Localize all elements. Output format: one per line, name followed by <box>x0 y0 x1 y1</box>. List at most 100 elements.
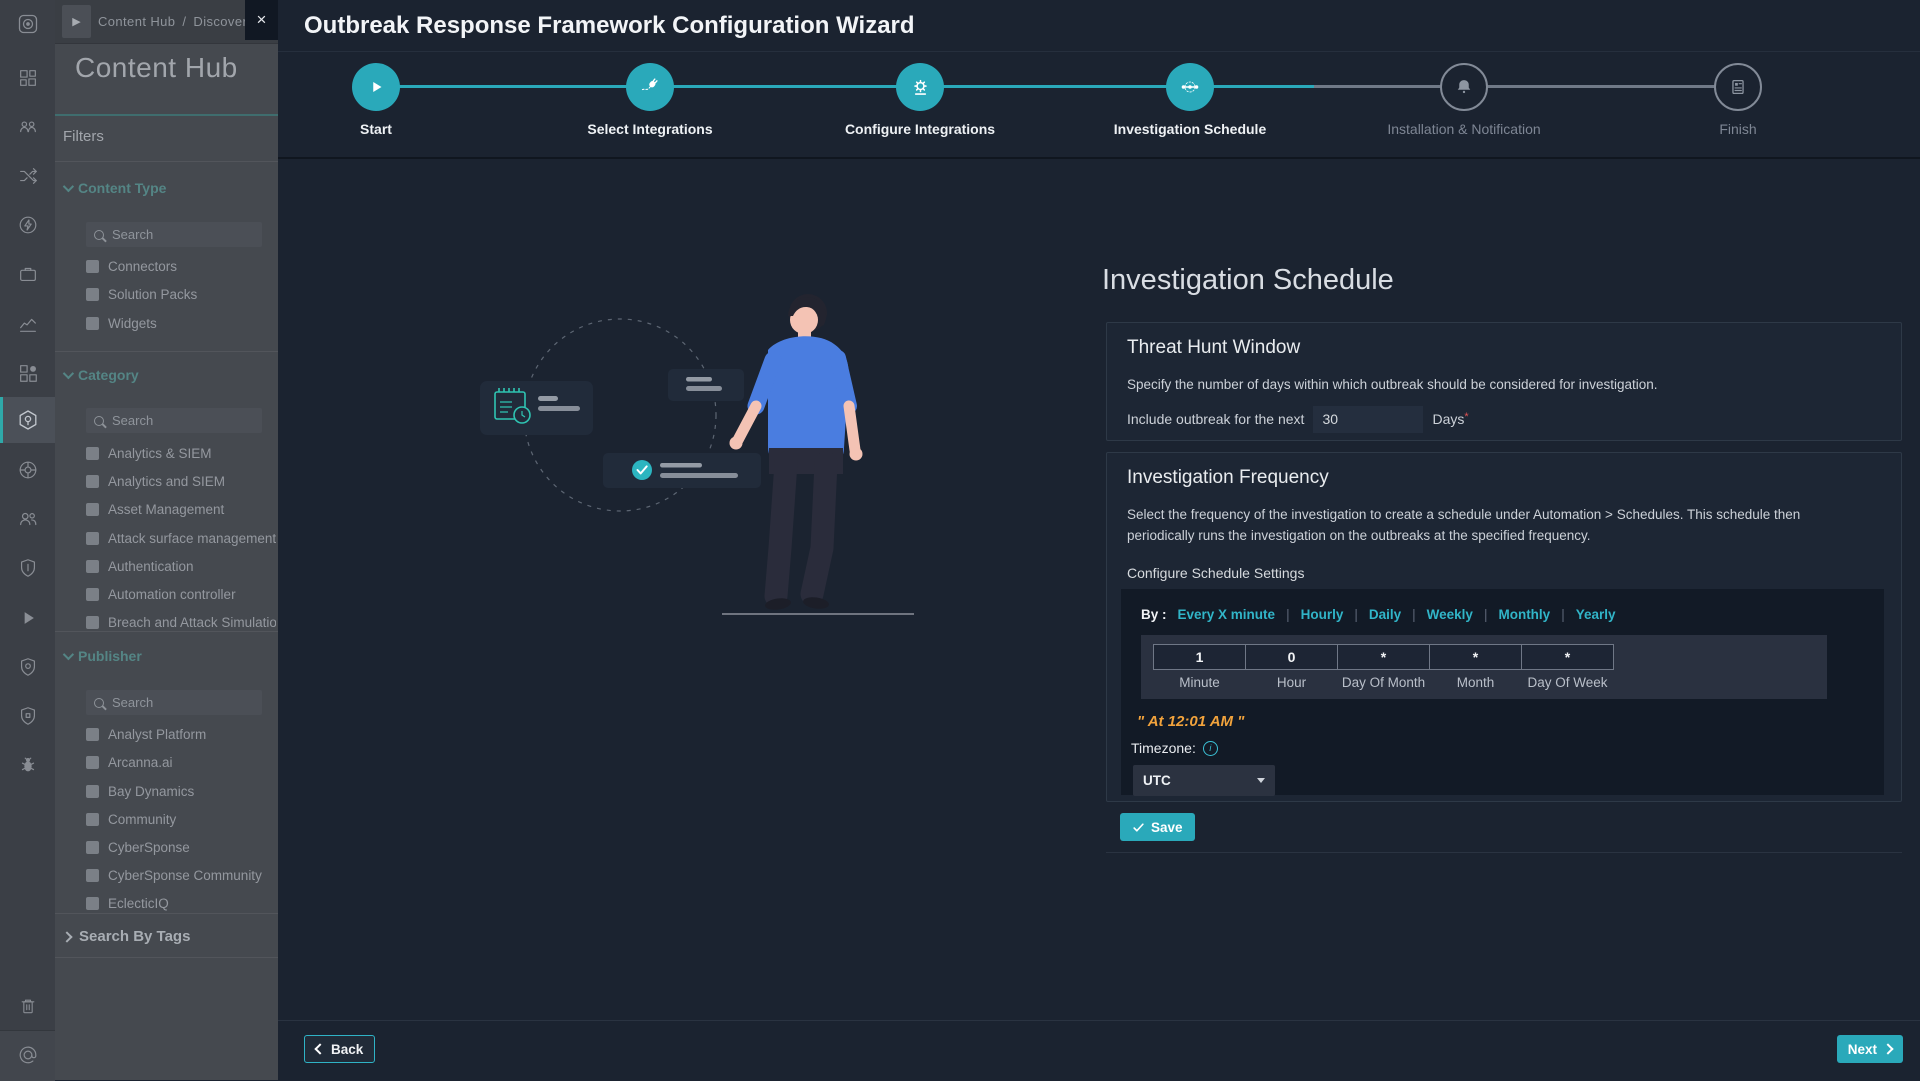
step-finish[interactable] <box>1714 63 1762 111</box>
category-search[interactable] <box>86 408 262 433</box>
filter-option[interactable]: Analytics & SIEM <box>86 441 276 465</box>
content-hub-sidebar: ▶ Content Hub / Discover Content Hub Fil… <box>55 0 278 1080</box>
freq-monthly[interactable]: Monthly <box>1498 607 1550 622</box>
dashboard-icon[interactable] <box>0 61 55 95</box>
checkbox[interactable] <box>86 841 99 854</box>
checkbox[interactable] <box>86 532 99 545</box>
close-button[interactable]: × <box>245 0 278 40</box>
configure-schedule-label: Configure Schedule Settings <box>1127 565 1881 581</box>
save-button[interactable]: Save <box>1120 813 1195 841</box>
back-button[interactable]: Back <box>304 1035 375 1063</box>
checkbox[interactable] <box>86 503 99 516</box>
search-input[interactable] <box>110 226 234 243</box>
filter-option[interactable]: Bay Dynamics <box>86 779 276 803</box>
search-by-tags[interactable]: Search By Tags <box>63 928 190 945</box>
days-input[interactable] <box>1313 406 1423 433</box>
section-category[interactable]: Category <box>63 367 139 383</box>
step-investigation-schedule[interactable] <box>1166 63 1214 111</box>
checkbox[interactable] <box>86 869 99 882</box>
threat-protection-icon[interactable] <box>0 650 55 684</box>
cron-day-of-week-input[interactable] <box>1521 644 1614 670</box>
breadcrumb-content-hub[interactable]: Content Hub <box>98 14 175 29</box>
checkbox[interactable] <box>86 447 99 460</box>
freq-hourly[interactable]: Hourly <box>1301 607 1344 622</box>
user-community-icon[interactable] <box>0 502 55 536</box>
panel-title: Investigation Schedule <box>1102 264 1394 297</box>
step-start[interactable] <box>352 63 400 111</box>
filter-option[interactable]: Automation controller <box>86 582 276 606</box>
automation-bolt-icon[interactable] <box>0 208 55 242</box>
step-select-integrations[interactable] <box>626 63 674 111</box>
recycle-bin-icon[interactable] <box>0 989 55 1023</box>
search-input[interactable] <box>110 694 234 711</box>
cron-minute-input[interactable] <box>1153 644 1246 670</box>
content-type-search[interactable] <box>86 222 262 247</box>
filter-option[interactable]: EclecticIQ <box>86 891 276 915</box>
freq-yearly[interactable]: Yearly <box>1576 607 1616 622</box>
filter-option[interactable]: Analytics and SIEM <box>86 469 276 493</box>
step-label: Investigation Schedule <box>1080 121 1300 137</box>
filter-option[interactable]: Solution Packs <box>86 282 276 306</box>
sidebar-collapse-button[interactable]: ▶ <box>62 5 91 38</box>
filter-option[interactable]: Community <box>86 807 276 831</box>
section-publisher[interactable]: Publisher <box>63 648 142 664</box>
filter-option[interactable]: Authentication <box>86 554 276 578</box>
checkbox[interactable] <box>86 317 99 330</box>
checkbox[interactable] <box>86 560 99 573</box>
cron-month-input[interactable] <box>1429 644 1522 670</box>
playbooks-play-icon[interactable] <box>0 601 55 635</box>
checkbox[interactable] <box>86 588 99 601</box>
section-content-type[interactable]: Content Type <box>63 180 166 196</box>
breadcrumb-discover[interactable]: Discover <box>193 14 247 29</box>
filter-option[interactable]: CyberSponse <box>86 835 276 859</box>
publisher-search[interactable] <box>86 690 262 715</box>
freq-weekly[interactable]: Weekly <box>1427 607 1473 622</box>
mentions-icon[interactable] <box>0 1038 55 1072</box>
checkbox[interactable] <box>86 475 99 488</box>
bell-icon <box>1453 76 1475 98</box>
cron-hour-input[interactable] <box>1245 644 1338 670</box>
filter-option[interactable]: Widgets <box>86 311 276 335</box>
security-shield-icon[interactable] <box>0 699 55 733</box>
workflow-shuffle-icon[interactable] <box>0 159 55 193</box>
app-logo-icon[interactable] <box>0 7 55 41</box>
checkbox[interactable] <box>86 728 99 741</box>
freq-every-x-minute[interactable]: Every X minute <box>1178 607 1276 622</box>
timezone-row: Timezone: i <box>1131 740 1884 756</box>
queue-management-icon[interactable] <box>0 110 55 144</box>
step-configure-integrations[interactable] <box>896 63 944 111</box>
checkbox[interactable] <box>86 288 99 301</box>
checkbox[interactable] <box>86 813 99 826</box>
freq-daily[interactable]: Daily <box>1369 607 1401 622</box>
checkbox[interactable] <box>86 897 99 910</box>
timezone-select[interactable]: UTC <box>1133 765 1275 796</box>
chevron-down-icon <box>63 649 74 660</box>
filter-option[interactable]: Asset Management <box>86 497 276 521</box>
filter-option[interactable]: Analyst Platform <box>86 722 276 746</box>
bug-tracker-icon[interactable] <box>0 748 55 782</box>
filter-option[interactable]: Arcanna.ai <box>86 750 276 774</box>
checkbox[interactable] <box>86 616 99 629</box>
step-installation-notification[interactable] <box>1440 63 1488 111</box>
shield-asset-icon[interactable] <box>0 551 55 585</box>
checkbox[interactable] <box>86 260 99 273</box>
filter-option[interactable]: Attack surface management <box>86 526 276 550</box>
cron-panel: By : Every X minute| Hourly| Daily| Week… <box>1121 589 1884 795</box>
reports-chart-icon[interactable] <box>0 307 55 341</box>
content-hub-icon[interactable] <box>0 397 55 443</box>
checkbox[interactable] <box>86 785 99 798</box>
chevron-down-icon <box>1257 778 1265 783</box>
search-icon <box>94 698 104 708</box>
next-button[interactable]: Next <box>1837 1035 1903 1063</box>
briefcase-icon[interactable] <box>0 257 55 291</box>
cron-day-of-month-input[interactable] <box>1337 644 1430 670</box>
filter-option[interactable]: Connectors <box>86 254 276 278</box>
filter-option[interactable]: CyberSponse Community <box>86 863 276 887</box>
search-input[interactable] <box>110 412 234 429</box>
cron-field-label: Minute <box>1153 675 1246 690</box>
connectors-icon[interactable] <box>0 453 55 487</box>
footer-divider <box>278 1020 1920 1021</box>
info-icon[interactable]: i <box>1203 741 1218 756</box>
checkbox[interactable] <box>86 756 99 769</box>
widgets-icon[interactable] <box>0 356 55 390</box>
